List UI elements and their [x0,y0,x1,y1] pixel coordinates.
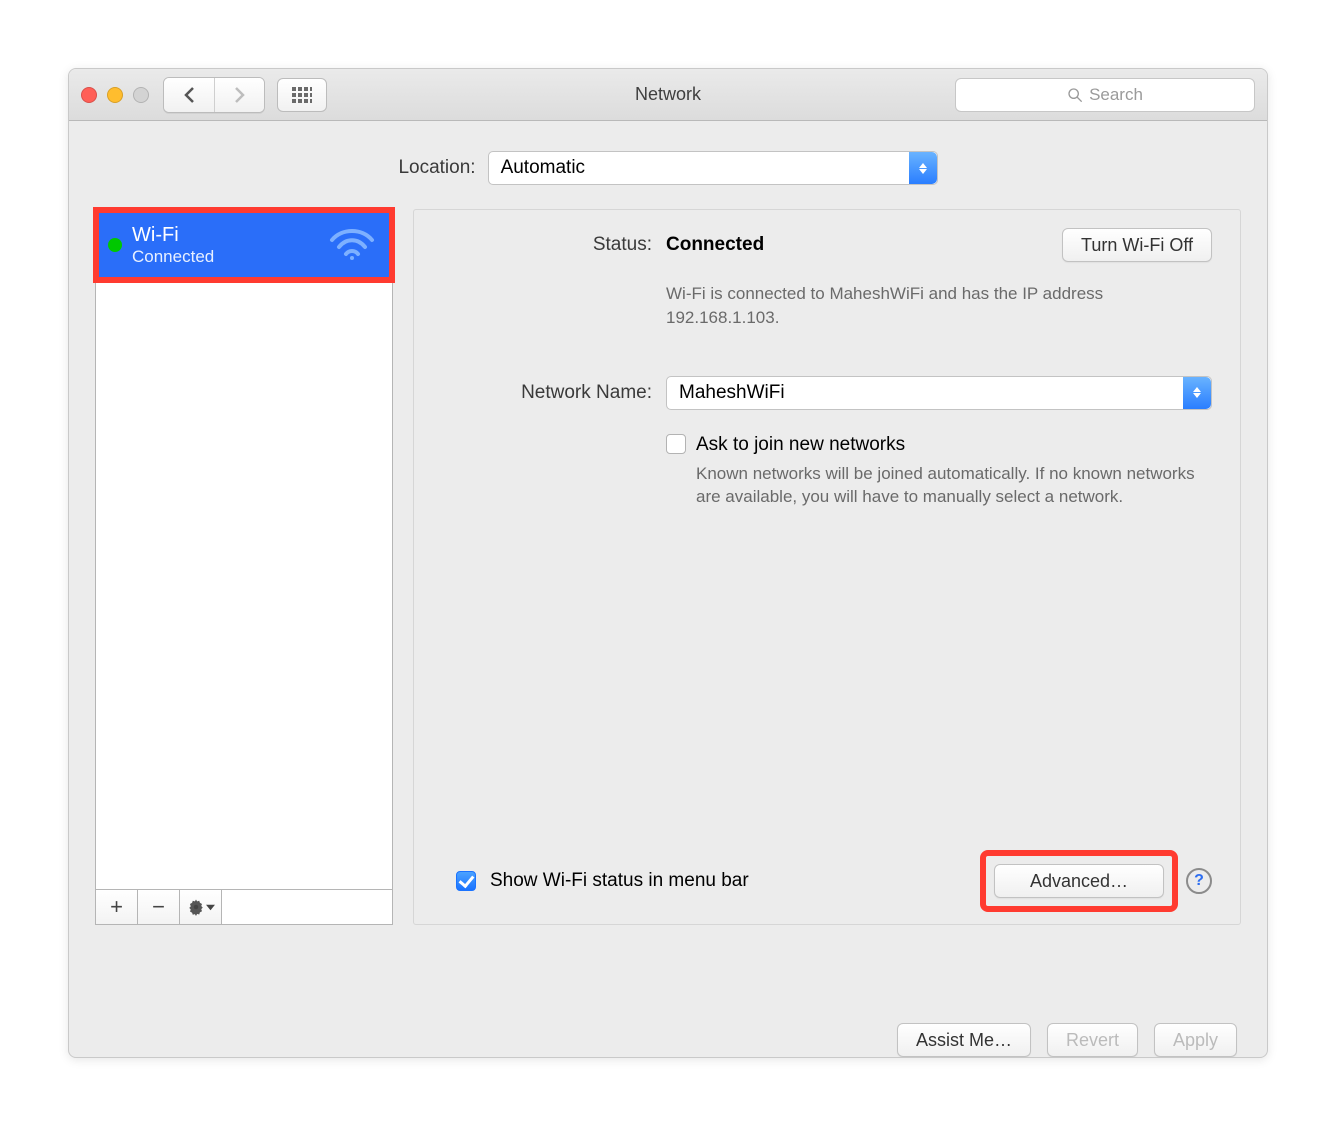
wifi-toggle-button[interactable]: Turn Wi-Fi Off [1062,228,1212,262]
location-label: Location: [398,157,475,179]
add-service-button[interactable]: + [96,890,138,924]
advanced-highlight: Advanced… [986,856,1172,906]
ask-join-row: Ask to join new networks Known networks … [430,434,1212,510]
chevron-updown-icon [1183,377,1211,409]
details-footer: Show Wi-Fi status in menu bar Advanced… … [430,856,1212,906]
minimize-window-button[interactable] [107,87,123,103]
service-text: Wi-Fi Connected [132,224,214,267]
traffic-lights [81,87,149,103]
close-window-button[interactable] [81,87,97,103]
wifi-icon [328,226,376,265]
status-detail: Wi-Fi is connected to MaheshWiFi and has… [666,276,1212,330]
network-name-value: MaheshWiFi [679,382,785,404]
status-label: Status: [430,228,666,256]
assist-me-button[interactable]: Assist Me… [897,1023,1031,1057]
chevron-updown-icon [909,152,937,184]
forward-button[interactable] [214,78,264,112]
status-value: Connected [666,234,764,256]
show-all-button[interactable] [277,78,327,112]
sidebar-item-wifi[interactable]: Wi-Fi Connected [96,210,392,280]
ask-join-detail: Known networks will be joined automatica… [696,456,1212,510]
network-name-select[interactable]: MaheshWiFi [666,376,1212,410]
details-panel: Status: Connected Turn Wi-Fi Off Wi-Fi i… [413,209,1241,925]
gear-icon [187,898,205,916]
chevron-down-icon [206,903,215,912]
network-preferences-window: Network Search Location: Automatic Wi-Fi… [68,68,1268,1058]
status-row: Status: Connected Turn Wi-Fi Off Wi-Fi i… [430,228,1212,330]
apply-button[interactable]: Apply [1154,1023,1237,1057]
window-footer: Assist Me… Revert Apply [69,1003,1267,1057]
search-input[interactable]: Search [955,78,1255,112]
remove-service-button[interactable]: − [138,890,180,924]
location-row: Location: Automatic [69,121,1267,209]
location-value: Automatic [501,157,585,179]
sidebar-toolbar-spacer [222,890,392,924]
back-button[interactable] [164,78,214,112]
revert-button[interactable]: Revert [1047,1023,1138,1057]
nav-buttons [163,77,265,113]
network-name-label: Network Name: [430,376,666,404]
location-select[interactable]: Automatic [488,151,938,185]
search-icon [1067,87,1083,103]
sidebar-container: Wi-Fi Connected + − [95,209,393,1003]
zoom-window-button[interactable] [133,87,149,103]
service-actions-button[interactable] [180,890,222,924]
show-status-label: Show Wi-Fi status in menu bar [490,870,749,892]
ask-join-label: Ask to join new networks [696,434,1212,456]
service-list[interactable]: Wi-Fi Connected [95,209,393,889]
sidebar-toolbar: + − [95,889,393,925]
show-status-checkbox[interactable] [456,871,476,891]
advanced-button[interactable]: Advanced… [994,864,1164,898]
ask-join-checkbox[interactable] [666,434,686,454]
network-name-row: Network Name: MaheshWiFi [430,376,1212,410]
service-status: Connected [132,247,214,267]
help-button[interactable]: ? [1186,868,1212,894]
main-area: Wi-Fi Connected + − [69,209,1267,1003]
status-dot-icon [108,238,122,252]
service-name: Wi-Fi [132,224,214,247]
titlebar: Network Search [69,69,1267,121]
search-placeholder: Search [1089,85,1143,105]
